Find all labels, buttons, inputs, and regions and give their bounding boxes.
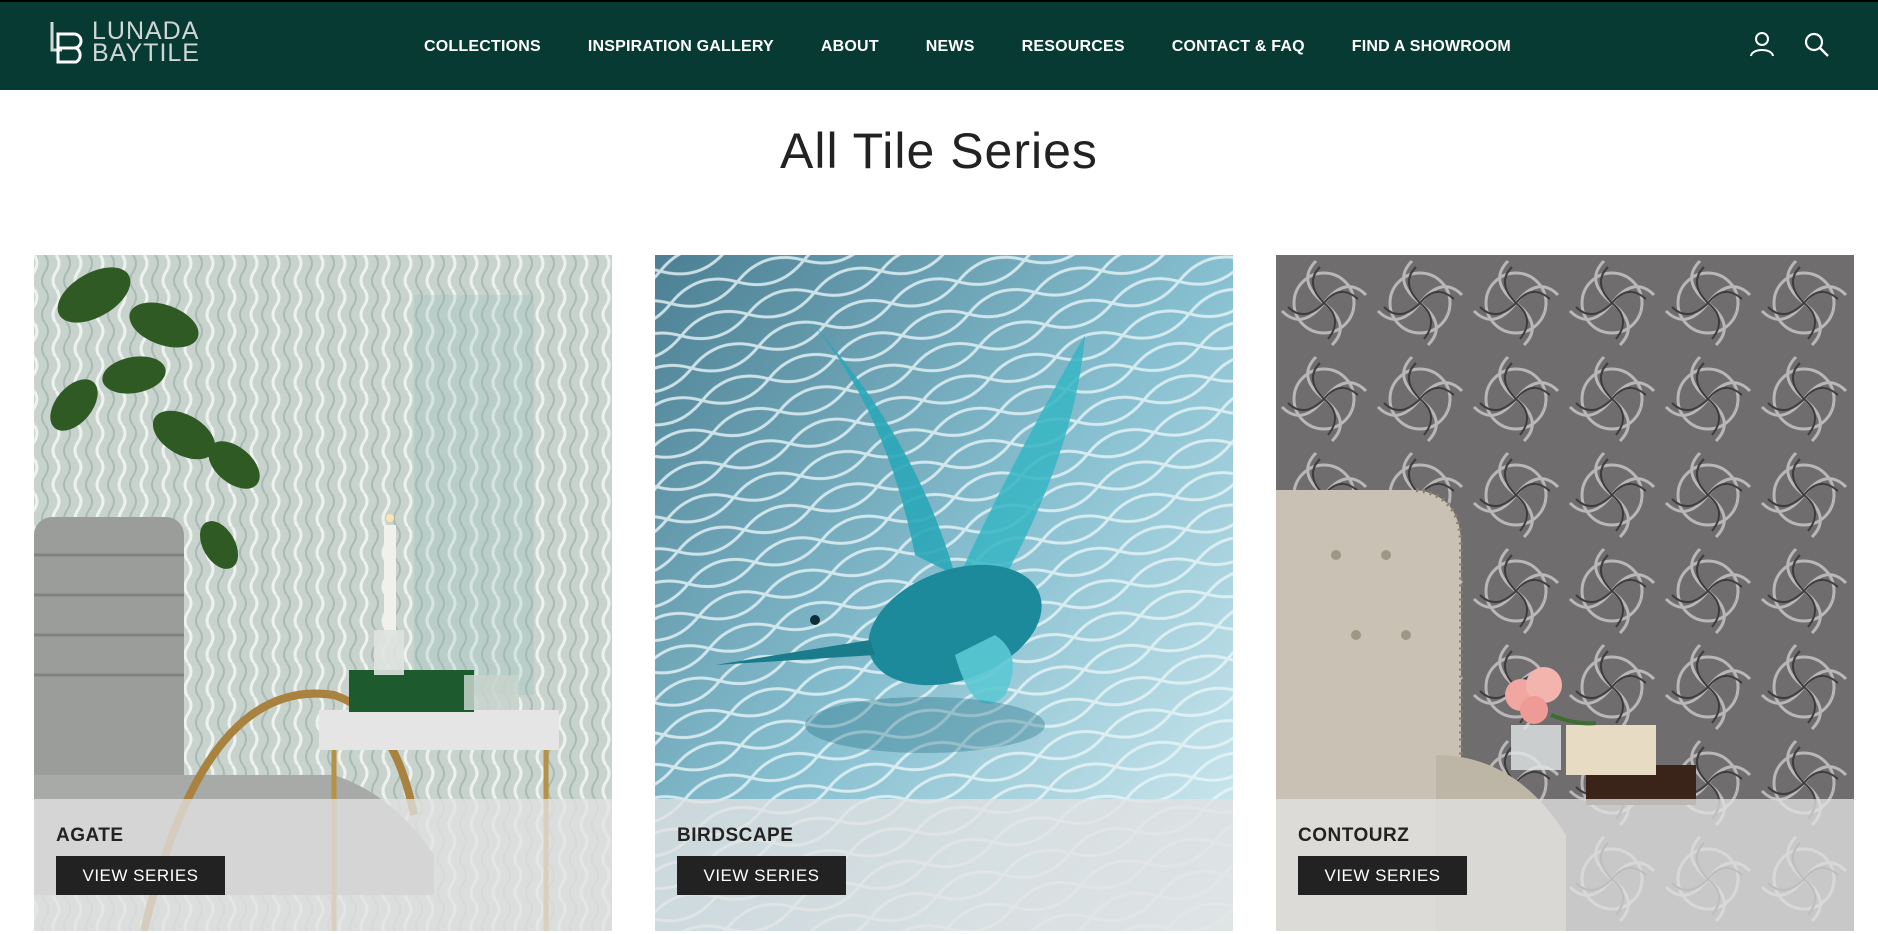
series-name: BIRDSCAPE xyxy=(677,825,794,846)
logo-mark-icon xyxy=(50,22,83,64)
nav-resources[interactable]: RESOURCES xyxy=(1022,38,1125,56)
view-series-button-contourz[interactable]: VIEW SERIES xyxy=(1298,856,1467,895)
brand-logo[interactable]: LUNADA BAYTILE xyxy=(48,18,200,66)
series-card-contourz[interactable]: CONTOURZ VIEW SERIES xyxy=(1276,255,1854,931)
series-card-agate[interactable]: AGATE VIEW SERIES xyxy=(34,255,612,931)
nav-find-a-showroom[interactable]: FIND A SHOWROOM xyxy=(1352,38,1511,56)
search-icon[interactable] xyxy=(1802,30,1830,58)
header-actions xyxy=(1748,30,1830,58)
card-caption: AGATE VIEW SERIES xyxy=(34,799,612,931)
series-card-birdscape[interactable]: BIRDSCAPE VIEW SERIES xyxy=(655,255,1233,931)
brand-wordmark: LUNADA BAYTILE xyxy=(92,19,200,67)
account-icon[interactable] xyxy=(1748,30,1776,58)
nav-inspiration-gallery[interactable]: INSPIRATION GALLERY xyxy=(588,38,774,56)
site-header: LUNADA BAYTILE COLLECTIONS INSPIRATION G… xyxy=(0,0,1878,90)
nav-contact-faq[interactable]: CONTACT & FAQ xyxy=(1172,38,1305,56)
page-title: All Tile Series xyxy=(780,123,1098,179)
brand-line-2: BAYTILE xyxy=(92,39,200,67)
view-series-button-birdscape[interactable]: VIEW SERIES xyxy=(677,856,846,895)
nav-news[interactable]: NEWS xyxy=(926,38,975,56)
view-series-button-agate[interactable]: VIEW SERIES xyxy=(56,856,225,895)
series-name: CONTOURZ xyxy=(1298,825,1410,846)
series-name: AGATE xyxy=(56,825,124,846)
nav-about[interactable]: ABOUT xyxy=(821,38,879,56)
card-caption: BIRDSCAPE VIEW SERIES xyxy=(655,799,1233,931)
main-nav: COLLECTIONS INSPIRATION GALLERY ABOUT NE… xyxy=(424,2,1511,92)
nav-collections[interactable]: COLLECTIONS xyxy=(424,38,541,56)
card-caption: CONTOURZ VIEW SERIES xyxy=(1276,799,1854,931)
